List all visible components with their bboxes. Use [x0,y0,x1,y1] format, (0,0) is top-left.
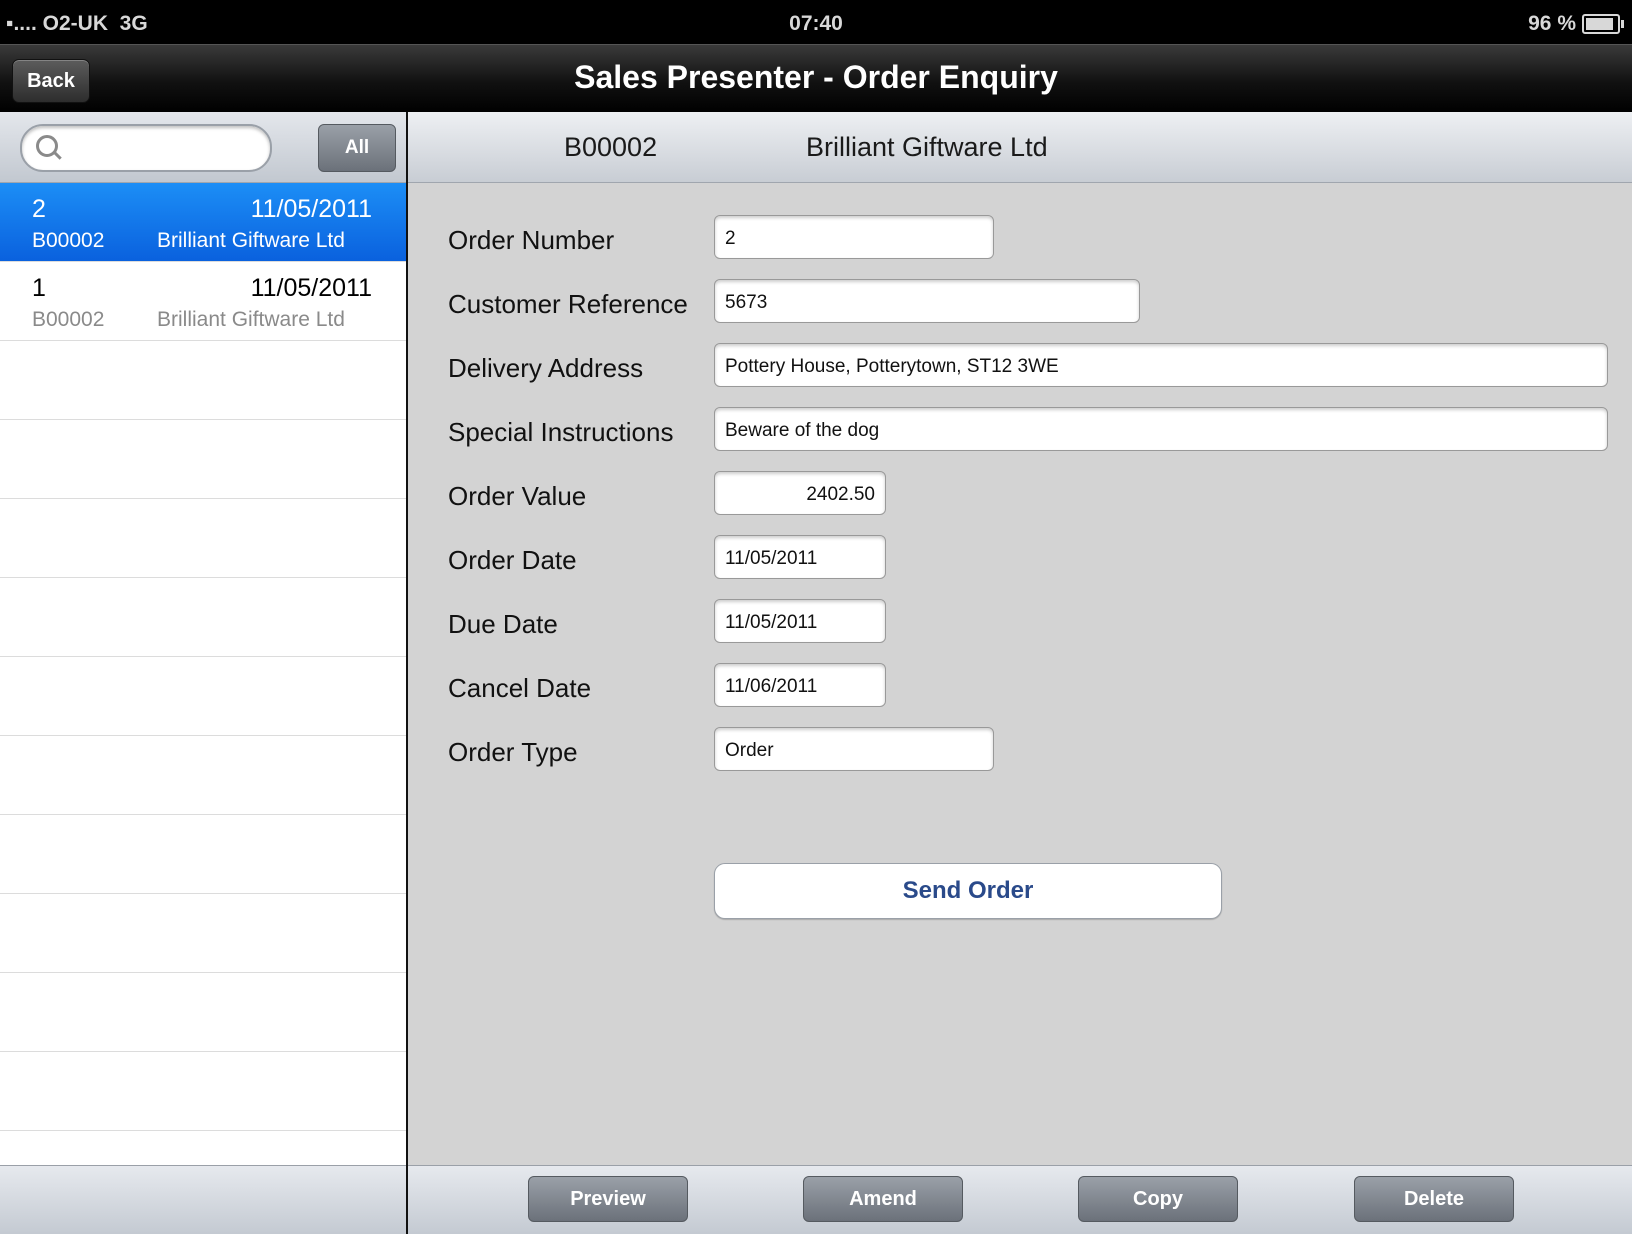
battery-percent: 96 % [1528,12,1576,35]
empty-list-row [0,1131,406,1163]
status-time: 07:40 [789,12,843,35]
order-list-panel: All 2 11/05/2011 B00002 Brilliant Giftware … [0,112,408,1234]
preview-button[interactable]: Preview [528,1176,688,1222]
order-date: 11/05/2011 [250,195,372,223]
search-input[interactable] [68,132,262,164]
order-type-field[interactable]: Order [714,727,994,771]
all-button[interactable]: All [318,124,396,172]
order-value-field[interactable]: 2402.50 [714,471,886,515]
order-date: 11/05/2011 [250,274,372,302]
battery-indicator: 96 % [1528,12,1624,36]
order-number-field[interactable]: 2 [714,215,994,259]
search-icon [36,135,58,157]
detail-header: B00002 Brilliant Giftware Ltd [408,112,1632,183]
action-toolbar: Preview Amend Copy Delete [408,1165,1632,1234]
order-list-item[interactable]: 2 11/05/2011 B00002 Brilliant Giftware Ltd [0,183,406,262]
search-bar: All [0,112,406,183]
empty-list-row [0,973,406,1052]
empty-list-row [0,1052,406,1131]
order-date-field[interactable]: 11/05/2011 [714,535,886,579]
empty-list-row [0,736,406,815]
due-date-field[interactable]: 11/05/2011 [714,599,886,643]
special-instructions-label: Special Instructions [448,417,674,447]
customer-reference-label: Customer Reference [448,289,688,319]
delivery-address-field[interactable]: Pottery House, Potterytown, ST12 3WE [714,343,1608,387]
battery-icon [1582,14,1624,34]
order-customer-name: Brilliant Giftware Ltd [157,308,345,331]
empty-list-row [0,420,406,499]
cancel-date-field[interactable]: 11/06/2011 [714,663,886,707]
empty-list-row [0,894,406,973]
order-detail-panel: B00002 Brilliant Giftware Ltd Order Numb… [408,112,1632,1234]
page-title: Sales Presenter - Order Enquiry [574,59,1058,95]
order-number: 2 [32,195,46,223]
order-customer-name: Brilliant Giftware Ltd [157,229,345,252]
sidebar-footer-toolbar [0,1165,406,1234]
send-order-button[interactable]: Send Order [714,863,1222,919]
search-field[interactable] [20,124,272,172]
customer-code: B00002 [564,132,658,162]
order-value-label: Order Value [448,481,587,511]
delete-button[interactable]: Delete [1354,1176,1514,1222]
empty-list-row [0,499,406,578]
order-customer-code: B00002 [32,229,105,252]
order-number: 1 [32,274,46,302]
empty-list-row [0,815,406,894]
order-customer-code: B00002 [32,308,105,331]
order-list: 2 11/05/2011 B00002 Brilliant Giftware Ltd 1… [0,183,406,1163]
order-list-item[interactable]: 1 11/05/2011 B00002 Brilliant Giftware Ltd [0,262,406,341]
order-date-label: Order Date [448,545,577,575]
cancel-date-label: Cancel Date [448,673,592,703]
order-number-label: Order Number [448,225,615,255]
customer-reference-field[interactable]: 5673 [714,279,1140,323]
amend-button[interactable]: Amend [803,1176,963,1222]
copy-button[interactable]: Copy [1078,1176,1238,1222]
order-type-label: Order Type [448,737,578,767]
empty-list-row [0,578,406,657]
status-bar: ▪.... O2-UK 3G 07:40 96 % [0,0,1632,44]
empty-list-row [0,341,406,420]
delivery-address-label: Delivery Address [448,353,644,383]
navigation-bar: Back Sales Presenter - Order Enquiry [0,44,1632,113]
due-date-label: Due Date [448,609,558,639]
customer-name: Brilliant Giftware Ltd [806,132,1048,162]
empty-list-row [0,657,406,736]
special-instructions-field[interactable]: Beware of the dog [714,407,1608,451]
